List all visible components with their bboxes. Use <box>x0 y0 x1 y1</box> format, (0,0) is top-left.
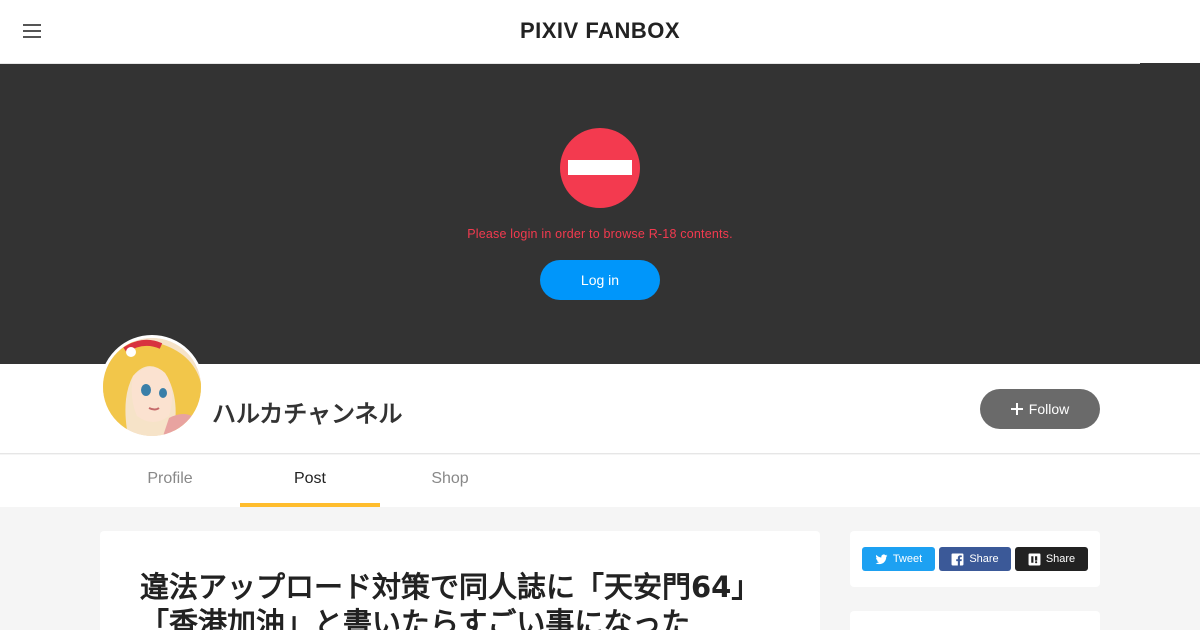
creator-tabs: Profile Post Shop <box>0 455 1200 507</box>
tab-post[interactable]: Post <box>240 455 380 507</box>
facebook-share-button[interactable]: Share <box>939 547 1011 571</box>
creator-avatar[interactable] <box>100 335 204 439</box>
plus-icon <box>1010 403 1023 415</box>
follow-label: Follow <box>1028 401 1070 417</box>
creator-name[interactable]: ハルカチャンネル <box>212 394 403 429</box>
tweet-label: Tweet <box>892 553 923 565</box>
hatena-bookmark-icon <box>1028 553 1041 566</box>
hatena-share-label: Share <box>1045 553 1076 565</box>
top-navigation-bar: PIXIV FANBOX <box>0 0 1200 64</box>
tab-profile[interactable]: Profile <box>100 455 240 507</box>
facebook-icon <box>951 553 964 566</box>
facebook-share-label: Share <box>969 553 999 565</box>
twitter-bird-icon <box>875 553 888 566</box>
post-card: 違法アップロード対策で同人誌に「天安門64」「香港加油」と書いたらすごい事になっ… <box>100 531 820 630</box>
brand-logo[interactable]: PIXIV FANBOX <box>0 18 1200 44</box>
login-button[interactable]: Log in <box>540 260 660 300</box>
post-title: 違法アップロード対策で同人誌に「天安門64」「香港加油」と書いたらすごい事になっ… <box>140 570 761 630</box>
share-panel: Tweet Share Share <box>850 531 1100 587</box>
no-entry-icon <box>560 128 640 208</box>
tweet-button[interactable]: Tweet <box>862 547 935 571</box>
avatar-illustration <box>103 338 201 436</box>
tab-shop[interactable]: Shop <box>380 455 520 507</box>
cover-restricted-area: Please login in order to browse R-18 con… <box>0 64 1200 364</box>
hatena-share-button[interactable]: Share <box>1015 547 1088 571</box>
r18-login-message: Please login in order to browse R-18 con… <box>467 227 733 241</box>
follow-button[interactable]: Follow <box>980 389 1100 429</box>
sidebar-card <box>850 611 1100 630</box>
